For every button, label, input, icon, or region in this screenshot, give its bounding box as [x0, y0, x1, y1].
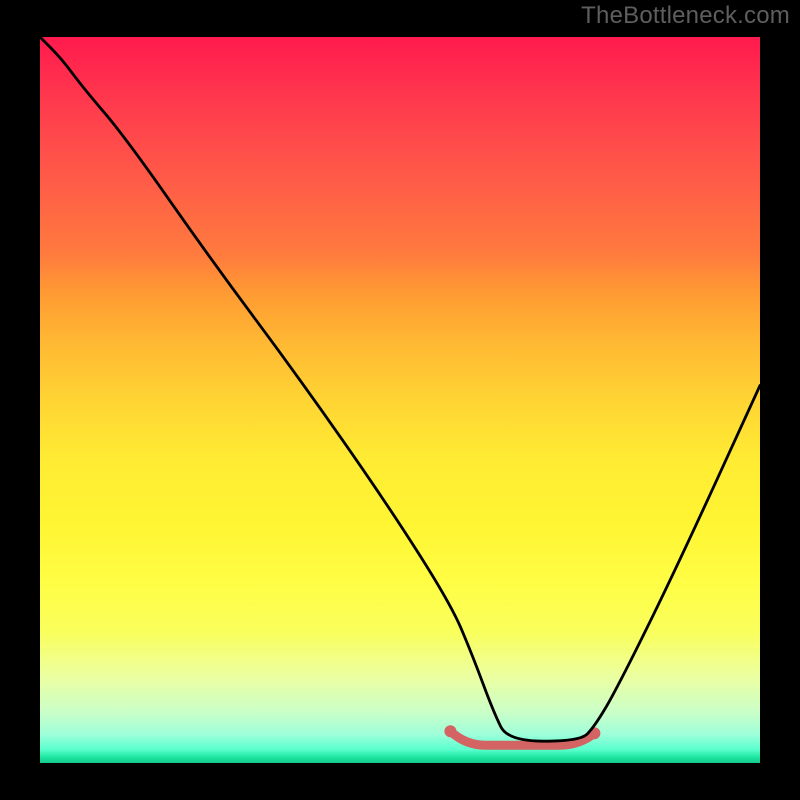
watermark-text: TheBottleneck.com	[581, 2, 790, 30]
chart-container: TheBottleneck.com	[0, 0, 800, 800]
plot-area	[40, 37, 760, 763]
chart-svg	[40, 37, 760, 763]
bottleneck-curve	[40, 37, 760, 741]
optimal-region-marker	[444, 725, 600, 745]
